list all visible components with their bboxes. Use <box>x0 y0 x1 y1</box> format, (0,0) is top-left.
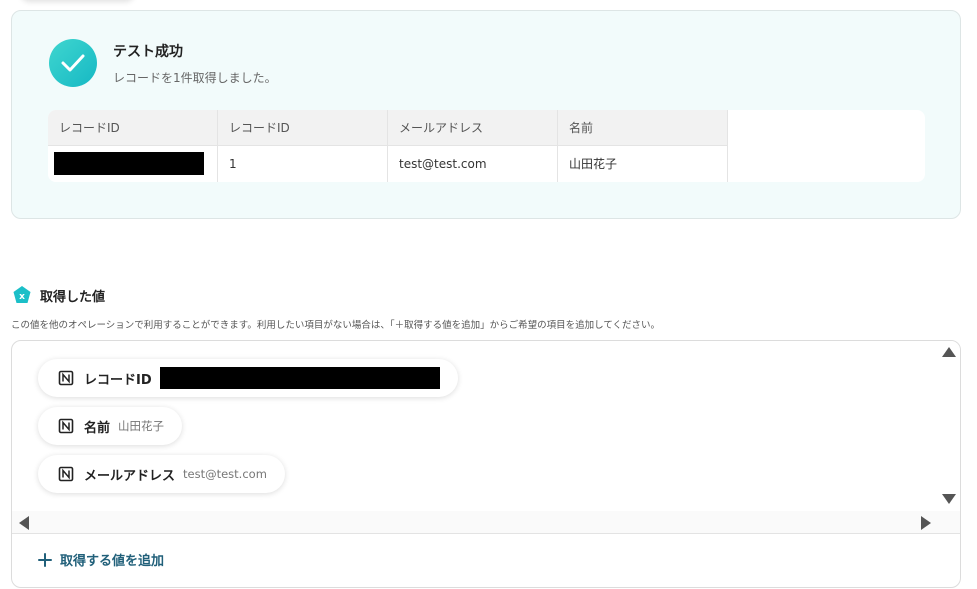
chip-label: 名前 <box>84 420 111 436</box>
page: テスト成功 レコードを1件取得しました。 レコードID レコードID メールアド… <box>0 0 977 589</box>
table-cell: test@test.com <box>388 146 558 182</box>
table-cell: 1 <box>218 146 388 182</box>
table-cell-redacted <box>48 146 218 182</box>
variable-icon: x <box>12 285 32 305</box>
divider <box>12 533 960 534</box>
vertical-scrollbar[interactable] <box>938 341 960 534</box>
table-header-row: レコードID レコードID メールアドレス 名前 <box>48 110 728 146</box>
value-chip-email[interactable]: メールアドレス test@test.com <box>38 455 285 493</box>
horizontal-scrollbar[interactable] <box>12 511 960 533</box>
chip-label: メールアドレス <box>84 468 176 484</box>
chip-label: レコードID <box>84 372 152 388</box>
table-cell: 山田花子 <box>558 146 728 182</box>
table-header-cell: レコードID <box>48 110 218 146</box>
notion-icon <box>58 418 74 434</box>
table-header-cell: メールアドレス <box>388 110 558 146</box>
plus-icon <box>38 552 52 567</box>
table-header-cell: レコードID <box>218 110 388 146</box>
table-header-cell: 名前 <box>558 110 728 146</box>
svg-text:x: x <box>19 292 25 302</box>
add-value-label: 取得する値を追加 <box>60 554 165 569</box>
scroll-right-arrow-icon[interactable] <box>921 516 931 530</box>
notion-icon <box>58 370 74 386</box>
scroll-left-arrow-icon[interactable] <box>19 516 29 530</box>
section-title: 取得した値 <box>40 290 106 305</box>
redaction-bar <box>54 152 204 175</box>
value-chip-record-id[interactable]: レコードID <box>38 359 458 397</box>
value-chip-name[interactable]: 名前 山田花子 <box>38 407 183 445</box>
scroll-down-arrow-icon[interactable] <box>942 494 956 504</box>
redaction-bar <box>159 367 440 389</box>
success-subtitle: レコードを1件取得しました。 <box>113 71 277 85</box>
add-value-button[interactable]: 取得する値を追加 <box>38 550 164 569</box>
chip-value: 山田花子 <box>118 419 165 433</box>
check-icon <box>49 39 97 87</box>
table-row: 1 test@test.com 山田花子 <box>48 146 728 182</box>
acquired-values-box: レコードID 名前 山田花子 メールアドレス test@test.com 取得す… <box>11 340 961 588</box>
success-title: テスト成功 <box>113 44 183 60</box>
scroll-up-arrow-icon[interactable] <box>942 347 956 357</box>
result-table: レコードID レコードID メールアドレス 名前 1 test@test.com… <box>48 110 925 182</box>
section-description: この値を他のオペレーションで利用することができます。利用したい項目がない場合は、… <box>11 320 661 331</box>
chip-value: test@test.com <box>183 467 267 481</box>
notion-icon <box>58 466 74 482</box>
test-success-panel: テスト成功 レコードを1件取得しました。 レコードID レコードID メールアド… <box>11 10 961 219</box>
